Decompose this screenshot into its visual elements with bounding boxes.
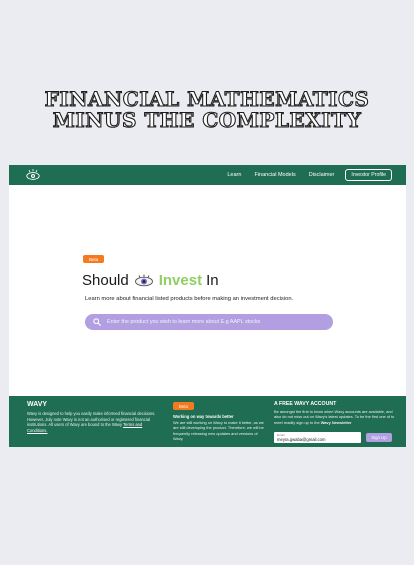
hero-title: FINANCIAL MATHEMATICS MINUS THE COMPLEXI… (0, 87, 414, 132)
eye-icon (134, 274, 153, 287)
sign-up-button[interactable]: Sign Up (366, 433, 392, 442)
search-bar[interactable] (85, 314, 333, 330)
newsletter-label: Wavy Newsletter (320, 419, 352, 425)
nav-links: Learn Financial Models Disclaimer Invest… (214, 165, 392, 185)
footer-description: Wavy is designed to help you easily make… (27, 411, 163, 434)
nav-link-learn[interactable]: Learn (227, 172, 241, 178)
hero-title-line-1: FINANCIAL MATHEMATICS (44, 87, 370, 111)
email-field[interactable]: Email (274, 432, 361, 443)
footer-beta-badge: Beta (173, 402, 194, 410)
beta-badge: Beta (83, 255, 105, 263)
footer-update-title: Working on way towards better (173, 414, 234, 419)
search-icon (93, 318, 101, 326)
hero-subtitle: Learn more about financial listed produc… (85, 296, 294, 302)
hero-title-line-2: MINUS THE COMPLEXITY (52, 108, 362, 132)
top-navbar: Learn Financial Models Disclaimer Invest… (9, 165, 406, 185)
footer: WAVY Wavy is designed to help you easily… (9, 396, 406, 447)
nav-link-financial-models[interactable]: Financial Models (254, 172, 295, 178)
search-input[interactable] (107, 316, 327, 328)
headline-in: In (206, 272, 219, 289)
footer-account-body: Be amongst the first to know when Wavy a… (274, 409, 396, 425)
headline-should: Should (82, 272, 129, 289)
investor-profile-button[interactable]: Investor Profile (345, 169, 392, 181)
footer-update-body: We are still working on Wavy to make it … (173, 420, 264, 441)
footer-account-title: A FREE WAVY ACCOUNT (274, 401, 337, 407)
nav-link-disclaimer[interactable]: Disclaimer (309, 172, 335, 178)
footer-brand: WAVY (27, 401, 48, 408)
headline: Should Invest In (82, 272, 219, 289)
email-input[interactable] (277, 436, 357, 442)
eye-logo-icon[interactable] (25, 168, 41, 182)
headline-invest: Invest (158, 272, 203, 289)
website-preview: Learn Financial Models Disclaimer Invest… (9, 165, 406, 447)
